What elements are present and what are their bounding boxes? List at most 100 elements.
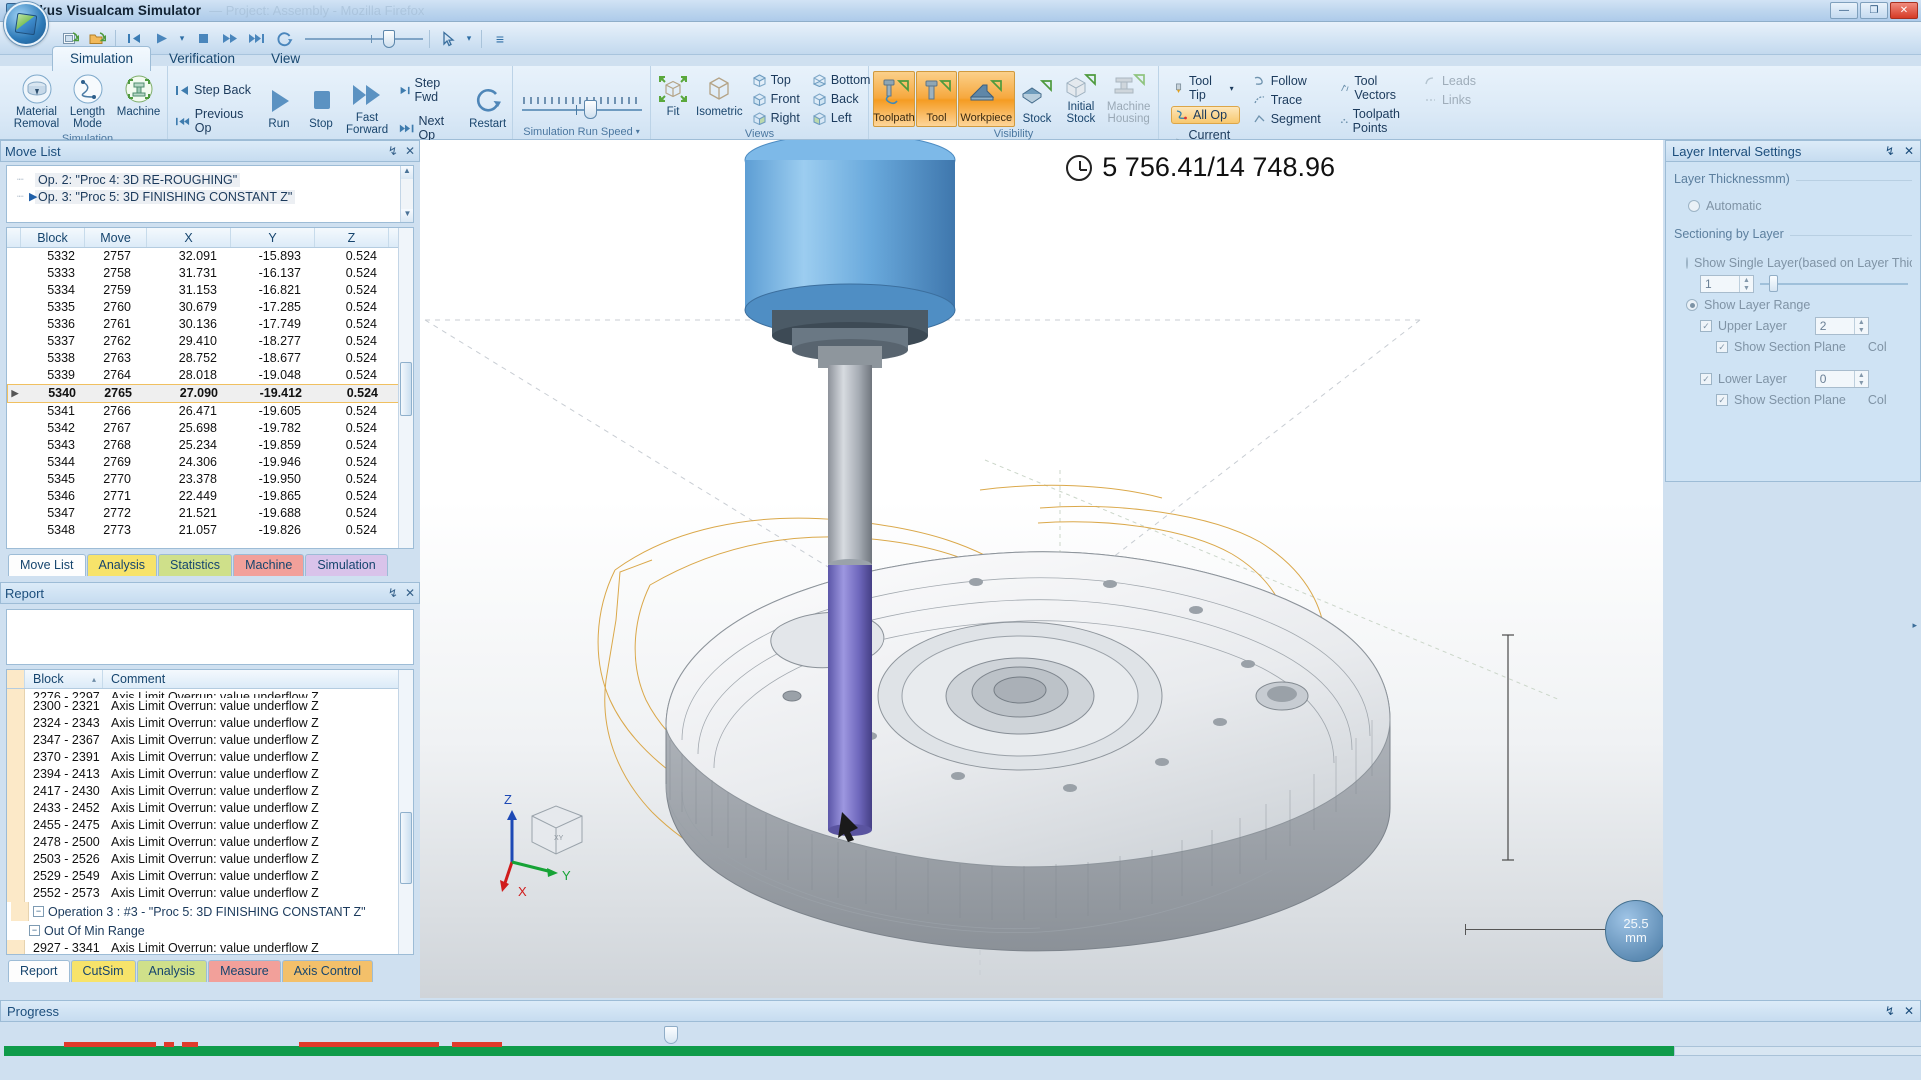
tab-simulation-panel[interactable]: Simulation bbox=[305, 554, 388, 576]
upper-section-plane-row[interactable]: ✓ Show Section Plane Col bbox=[1674, 340, 1912, 354]
operation-tree-scrollbar[interactable]: ▲ ▼ bbox=[400, 166, 413, 222]
table-row[interactable]: 5345 2770 23.378 -19.950 0.524 bbox=[7, 471, 413, 488]
report-detail-box[interactable] bbox=[6, 609, 414, 665]
run-button[interactable]: Run bbox=[261, 82, 297, 132]
step-fwd-button[interactable]: Step Fwd bbox=[395, 74, 461, 106]
view-front-button[interactable]: Front bbox=[748, 90, 804, 108]
previous-op-button[interactable]: Previous Op bbox=[172, 105, 255, 137]
list-item[interactable]: 2276 - 2297 Axis Limit Overrun: value und… bbox=[7, 689, 413, 698]
column-header-block[interactable]: Block bbox=[21, 228, 85, 247]
follow-toggle[interactable]: Follow bbox=[1250, 73, 1327, 89]
speed-slider[interactable] bbox=[305, 29, 423, 48]
progress-close-icon[interactable]: ✕ bbox=[1904, 1004, 1914, 1018]
leads-toggle[interactable]: Leads bbox=[1421, 73, 1482, 89]
list-item[interactable]: 2503 - 2526 Axis Limit Overrun: value und… bbox=[7, 851, 413, 868]
speed-thumb[interactable] bbox=[583, 100, 597, 119]
tool-tip-dropdown-icon[interactable]: ▾ bbox=[1230, 84, 1234, 93]
view-top-button[interactable]: Top bbox=[748, 71, 804, 89]
single-layer-spinner[interactable]: ▲ ▼ bbox=[1700, 275, 1754, 293]
speed-slider-thumb[interactable] bbox=[382, 29, 395, 48]
view-right-button[interactable]: Right bbox=[748, 109, 804, 127]
list-item[interactable]: 2478 - 2500 Axis Limit Overrun: value und… bbox=[7, 834, 413, 851]
show-layer-range-radio[interactable] bbox=[1686, 299, 1698, 311]
tab-simulation[interactable]: Simulation bbox=[52, 46, 152, 71]
table-row[interactable]: 5346 2771 22.449 -19.865 0.524 bbox=[7, 488, 413, 505]
maximize-button[interactable]: ❐ bbox=[1860, 2, 1888, 19]
upper-layer-spin-buttons[interactable]: ▲ ▼ bbox=[1853, 318, 1868, 334]
lower-layer-spin-buttons[interactable]: ▲ ▼ bbox=[1853, 371, 1868, 387]
report-pin-icon[interactable]: ↯ bbox=[388, 586, 398, 600]
move-list-scroll-thumb[interactable] bbox=[400, 362, 412, 417]
tool-visibility-button[interactable]: Tool bbox=[916, 71, 957, 127]
list-item[interactable]: 2433 - 2452 Axis Limit Overrun: value und… bbox=[7, 800, 413, 817]
table-row[interactable]: 5348 2773 21.057 -19.826 0.524 bbox=[7, 522, 413, 539]
list-item[interactable]: 2417 - 2430 Axis Limit Overrun: value und… bbox=[7, 783, 413, 800]
links-toggle[interactable]: Links bbox=[1421, 92, 1482, 108]
report-scrollbar[interactable] bbox=[398, 670, 413, 954]
tab-measure[interactable]: Measure bbox=[208, 960, 281, 982]
fast-forward-button[interactable]: Fast Forward bbox=[345, 76, 389, 138]
fit-view-button[interactable]: Fit bbox=[655, 70, 691, 120]
list-item[interactable]: 2529 - 2549 Axis Limit Overrun: value und… bbox=[7, 868, 413, 885]
table-row[interactable]: 5338 2763 28.752 -18.677 0.524 bbox=[7, 350, 413, 367]
table-row[interactable]: 5339 2764 28.018 -19.048 0.524 bbox=[7, 367, 413, 384]
tab-analysis-report[interactable]: Analysis bbox=[136, 960, 208, 982]
single-layer-slider-thumb[interactable] bbox=[1768, 275, 1778, 292]
tree-scroll-down-icon[interactable]: ▼ bbox=[401, 209, 413, 222]
column-header-x[interactable]: X bbox=[147, 228, 231, 247]
layer-pin-icon[interactable]: ↯ bbox=[1885, 144, 1895, 158]
trace-toggle[interactable]: Trace bbox=[1250, 92, 1327, 108]
length-mode-button[interactable]: Length Mode bbox=[63, 70, 112, 132]
list-item[interactable]: 2552 - 2573 Axis Limit Overrun: value und… bbox=[7, 885, 413, 902]
list-item[interactable]: 2455 - 2475 Axis Limit Overrun: value und… bbox=[7, 817, 413, 834]
report-grid[interactable]: Block ▴ Comment 2276 - 2297 Axis Limit Ov… bbox=[6, 669, 414, 955]
speed-track[interactable] bbox=[521, 100, 642, 119]
simulation-speed-slider[interactable] bbox=[521, 96, 642, 119]
view-left-button[interactable]: Left bbox=[808, 109, 875, 127]
upper-layer-spinner[interactable]: ▲ ▼ bbox=[1814, 317, 1869, 335]
move-list-scrollbar[interactable] bbox=[398, 228, 413, 548]
tree-scroll-up-icon[interactable]: ▲ bbox=[401, 166, 413, 179]
table-row[interactable]: ▶ 5340 2765 27.090 -19.412 0.524 bbox=[7, 384, 413, 403]
tool-tip-toggle[interactable]: Tool Tip ▾ bbox=[1171, 73, 1240, 103]
coordinate-triad[interactable]: XY Z X Y bbox=[490, 788, 610, 899]
tab-analysis[interactable]: Analysis bbox=[86, 554, 158, 576]
machine-button[interactable]: Machine bbox=[114, 70, 163, 120]
tab-report[interactable]: Report bbox=[8, 960, 70, 982]
list-item[interactable]: 2300 - 2321 Axis Limit Overrun: value und… bbox=[7, 698, 413, 715]
report-column-header-block[interactable]: Block ▴ bbox=[25, 670, 103, 688]
upper-layer-spin-up-icon[interactable]: ▲ bbox=[1855, 318, 1868, 326]
upper-layer-input[interactable] bbox=[1815, 318, 1854, 334]
column-header-y[interactable]: Y bbox=[231, 228, 315, 247]
show-single-layer-radio[interactable] bbox=[1686, 257, 1688, 269]
list-item[interactable]: 2324 - 2343 Axis Limit Overrun: value und… bbox=[7, 715, 413, 732]
cursor-select-icon[interactable] bbox=[436, 27, 460, 51]
speed-group-dropdown-icon[interactable]: ▾ bbox=[636, 125, 640, 139]
table-row[interactable]: 5333 2758 31.731 -16.137 0.524 bbox=[7, 265, 413, 282]
list-item[interactable]: 2370 - 2391 Axis Limit Overrun: value und… bbox=[7, 749, 413, 766]
upper-section-plane-checkbox[interactable]: ✓ bbox=[1716, 341, 1728, 353]
operation-tree-item-op3[interactable]: ┈ ▶ Op. 3: "Proc 5: 3D FINISHING CONSTAN… bbox=[7, 188, 413, 205]
customize-toolbar-icon[interactable]: ≡ bbox=[488, 27, 512, 51]
tab-move-list[interactable]: Move List bbox=[8, 554, 86, 576]
upper-layer-checkbox[interactable]: ✓ bbox=[1700, 320, 1712, 332]
table-row[interactable]: 5336 2761 30.136 -17.749 0.524 bbox=[7, 316, 413, 333]
table-row[interactable]: 5347 2772 21.521 -19.688 0.524 bbox=[7, 505, 413, 522]
cursor-dropdown-icon[interactable]: ▾ bbox=[463, 27, 475, 51]
report-close-icon[interactable]: ✕ bbox=[405, 586, 415, 600]
table-row[interactable]: 5334 2759 31.153 -16.821 0.524 bbox=[7, 282, 413, 299]
single-layer-spin-buttons[interactable]: ▲ ▼ bbox=[1739, 276, 1753, 292]
tool-vectors-toggle[interactable]: Tool Vectors bbox=[1337, 73, 1411, 103]
minimize-button[interactable]: — bbox=[1830, 2, 1858, 19]
progress-pin-icon[interactable]: ↯ bbox=[1885, 1004, 1895, 1018]
close-button[interactable]: ✕ bbox=[1890, 2, 1918, 19]
upper-layer-spin-down-icon[interactable]: ▼ bbox=[1855, 326, 1868, 334]
report-node-collapse-icon[interactable]: − bbox=[33, 906, 44, 917]
list-item[interactable]: 2347 - 2367 Axis Limit Overrun: value und… bbox=[7, 732, 413, 749]
report-subgroup-node[interactable]: − Out Of Min Range bbox=[7, 921, 413, 940]
automatic-option-row[interactable]: Automatic bbox=[1674, 199, 1912, 213]
single-layer-slider[interactable] bbox=[1760, 275, 1908, 292]
lower-layer-input[interactable] bbox=[1815, 371, 1854, 387]
report-subgroup-collapse-icon[interactable]: − bbox=[29, 925, 40, 936]
operation-tree[interactable]: ┈ Op. 2: "Proc 4: 3D RE-ROUGHING" ┈ ▶ Op… bbox=[6, 165, 414, 223]
